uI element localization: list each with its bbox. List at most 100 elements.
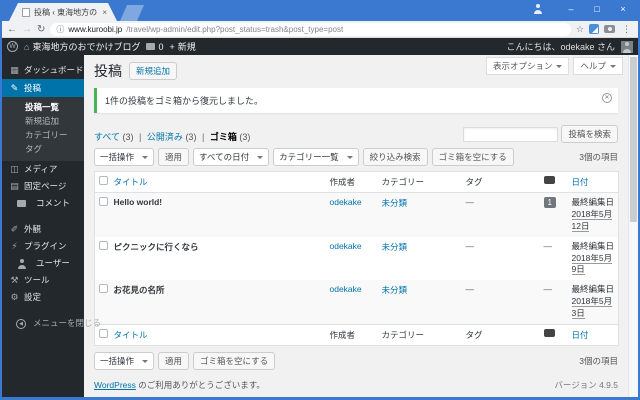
empty-trash-button[interactable]: ゴミ箱を空にする (193, 352, 276, 371)
sidebar-item-posts[interactable]: ✎ 投稿 (2, 79, 84, 97)
apply-button[interactable]: 適用 (158, 352, 190, 371)
wordpress-link[interactable]: WordPress (94, 380, 136, 390)
select-all-checkbox[interactable] (99, 176, 108, 185)
column-date[interactable]: 日付 (572, 177, 589, 187)
sidebar-item-tools[interactable]: ⚒ ツール (2, 272, 84, 289)
sidebar-item-appearance[interactable]: ✐ 外観 (2, 221, 84, 238)
tablenav-top: 一括操作 適用 すべての日付 カテゴリー一覧 絞り込み検索 ゴミ箱を空にする 3… (94, 148, 618, 166)
submenu-all-posts[interactable]: 投稿一覧 (2, 100, 84, 114)
bookmark-star-icon[interactable]: ☆ (576, 24, 584, 35)
table-row: Hello world! odekake 未分類 — 1 最終編集日 2018年5… (94, 192, 619, 237)
sidebar-collapse-menu[interactable]: ◀ メニューを閉じる (2, 315, 101, 332)
sidebar-label: 投稿 (24, 82, 42, 93)
address-bar[interactable]: ⓘ www.kuroobi.jp /travel/wp-admin/edit.p… (50, 22, 571, 36)
tab-close-icon[interactable]: × (102, 8, 107, 17)
sidebar-item-dashboard[interactable]: ▦ ダッシュボード (2, 62, 84, 79)
sidebar-item-comments[interactable]: コメント (2, 195, 84, 212)
browser-tab[interactable]: 投稿 ‹ 東海地方のおでかけ × (9, 3, 117, 21)
close-button[interactable]: × (610, 0, 636, 18)
row-checkbox[interactable] (99, 240, 108, 250)
bulk-actions-select[interactable]: 一括操作 (94, 148, 155, 166)
column-author: 作成者 (325, 324, 378, 346)
view-filters: すべて (3) | 公開済み (3) | ゴミ箱 (3) (94, 130, 250, 143)
search-posts-button[interactable]: 投稿を検索 (561, 125, 618, 143)
separator: | (139, 132, 142, 142)
category-link[interactable]: 未分類 (382, 285, 408, 295)
filter-all-link[interactable]: すべて (94, 132, 120, 142)
empty-trash-button[interactable]: ゴミ箱を空にする (431, 148, 514, 166)
column-title[interactable]: タイトル (114, 177, 148, 187)
row-checkbox[interactable] (99, 197, 108, 206)
posts-table: タイトル 作成者 カテゴリー タグ 日付 Hello world! odekak… (94, 171, 619, 347)
minimize-button[interactable]: – (558, 0, 584, 18)
dismiss-notice-icon[interactable]: ✕ (602, 93, 612, 103)
author-link[interactable]: odekake (330, 284, 362, 294)
scrollbar-thumb[interactable] (630, 57, 637, 222)
separator: | (201, 132, 205, 142)
table-row: ピクニックに行くなら odekake 未分類 — — 最終編集日 2018年5月9… (95, 237, 619, 281)
sidebar-item-settings[interactable]: ⚙ 設定 (2, 289, 84, 306)
plugins-icon: ⚡ (11, 241, 18, 251)
submenu-new-post[interactable]: 新規追加 (2, 114, 84, 128)
comments-value: — (543, 240, 553, 251)
admin-footer: WordPress のご利用ありがとうございます。 バージョン 4.9.5 (94, 379, 618, 391)
help-button[interactable]: ヘルプ (573, 57, 623, 75)
apply-button[interactable]: 適用 (158, 148, 190, 166)
plus-icon: + (169, 41, 175, 52)
info-icon[interactable]: ⓘ (56, 24, 64, 35)
appearance-brush-icon: ✐ (10, 224, 19, 234)
date-label: 最終編集日 (571, 284, 615, 295)
reload-icon[interactable]: ↻ (37, 22, 45, 37)
back-icon[interactable]: ← (7, 22, 17, 37)
help-label: ヘルプ (580, 61, 606, 71)
filter-published-link[interactable]: 公開済み (147, 132, 183, 142)
adminbar-new-link[interactable]: + 新規 (169, 40, 195, 53)
category-filter-select[interactable]: カテゴリー一覧 (273, 148, 359, 166)
comment-count-bubble[interactable]: 1 (543, 197, 556, 208)
filter-trash-count: (3) (239, 132, 251, 142)
profile-icon[interactable] (532, 3, 544, 15)
column-date[interactable]: 日付 (572, 330, 589, 340)
search-input[interactable] (463, 126, 559, 142)
screen-options-button[interactable]: 表示オプション (485, 57, 570, 75)
column-title[interactable]: タイトル (114, 330, 148, 340)
users-person-icon (17, 258, 26, 269)
forward-icon[interactable]: → (22, 22, 32, 37)
category-link[interactable]: 未分類 (382, 198, 408, 208)
chevron-down-icon (142, 155, 149, 162)
sidebar-item-users[interactable]: ユーザー (2, 255, 84, 272)
submenu-categories[interactable]: カテゴリー (2, 128, 84, 142)
author-link[interactable]: odekake (330, 241, 362, 251)
tags-value: — (465, 240, 475, 251)
filter-trash-current[interactable]: ゴミ箱 (210, 132, 237, 142)
page-favicon-icon (22, 7, 30, 17)
add-new-button[interactable]: 新規追加 (129, 62, 178, 80)
comment-bubble-icon (146, 43, 156, 50)
page-scrollbar[interactable] (628, 55, 638, 397)
adminbar-greeting[interactable]: こんにちは、odekake さん (506, 40, 615, 53)
wordpress-logo-icon[interactable]: W (7, 41, 18, 52)
category-link[interactable]: 未分類 (382, 242, 408, 252)
extension-icon-blue[interactable] (589, 24, 599, 34)
user-avatar[interactable] (621, 40, 633, 53)
browser-titlebar: 投稿 ‹ 東海地方のおでかけ × – □ × (2, 0, 638, 21)
filter-button[interactable]: 絞り込み検索 (362, 148, 428, 166)
maximize-button[interactable]: □ (584, 0, 610, 18)
adminbar-site-link[interactable]: ⌂ 東海地方のおでかけブログ (24, 40, 140, 53)
adminbar-new-label: 新規 (177, 42, 196, 52)
sidebar-item-media[interactable]: ◫ メディア (2, 161, 84, 178)
extension-icon-camera[interactable] (604, 25, 615, 33)
row-checkbox[interactable] (99, 284, 108, 294)
submenu-tags[interactable]: タグ (2, 142, 84, 156)
author-link[interactable]: odekake (330, 197, 362, 207)
posts-submenu: 投稿一覧 新規追加 カテゴリー タグ (2, 97, 84, 161)
sidebar-item-plugins[interactable]: ⚡ プラグイン (2, 238, 84, 255)
sidebar-item-pages[interactable]: ▤ 固定ページ (2, 178, 84, 195)
adminbar-comments-link[interactable]: 0 (146, 42, 163, 52)
date-filter-select[interactable]: すべての日付 (193, 148, 270, 166)
browser-menu-icon[interactable]: ⋮ (620, 24, 633, 35)
new-tab-button[interactable] (120, 5, 144, 21)
filter-published-count: (3) (185, 132, 197, 142)
home-icon: ⌂ (24, 41, 30, 52)
bulk-actions-select[interactable]: 一括操作 (94, 352, 155, 371)
